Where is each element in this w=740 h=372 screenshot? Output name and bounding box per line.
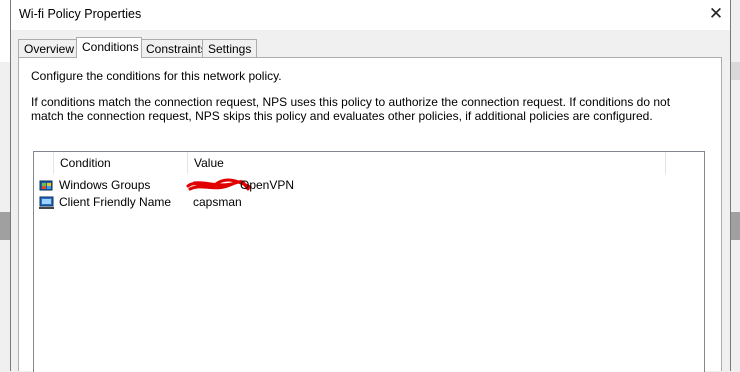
table-row[interactable]: Client Friendly Name capsman	[34, 194, 704, 211]
list-header: Condition Value	[34, 152, 704, 174]
policy-properties-dialog: Wi-fi Policy Properties ✕ Overview Condi…	[10, 0, 731, 372]
condition-value: capsman	[193, 195, 242, 209]
tab-conditions[interactable]: Conditions	[76, 37, 142, 58]
condition-name: Client Friendly Name	[59, 195, 172, 209]
tab-settings[interactable]: Settings	[202, 39, 257, 57]
client-friendly-name-icon	[39, 196, 54, 209]
tab-constraints[interactable]: Constraints	[140, 39, 207, 57]
title-bar: Wi-fi Policy Properties ✕	[11, 0, 730, 30]
conditions-panel: Configure the conditions for this networ…	[18, 57, 722, 372]
background-window-band	[0, 212, 10, 240]
background-window-bar	[730, 62, 740, 80]
window-title: Wi-fi Policy Properties	[19, 7, 142, 21]
description-text: If conditions match the connection reque…	[31, 95, 671, 123]
conditions-list[interactable]: Condition Value Windows Groups OpenVPN C…	[33, 151, 705, 372]
tab-overview[interactable]: Overview	[18, 39, 78, 57]
column-header-condition[interactable]: Condition	[54, 152, 188, 174]
background-window-band-right	[730, 212, 740, 240]
intro-text: Configure the conditions for this networ…	[31, 69, 282, 83]
background-window-edge	[0, 0, 10, 62]
close-icon[interactable]: ✕	[702, 0, 730, 28]
condition-name: Windows Groups	[59, 178, 151, 192]
column-header-value[interactable]: Value	[188, 152, 666, 174]
condition-value: OpenVPN	[240, 178, 295, 192]
windows-groups-icon	[39, 180, 53, 191]
table-row[interactable]: Windows Groups OpenVPN	[34, 177, 704, 194]
header-spacer	[34, 152, 54, 174]
